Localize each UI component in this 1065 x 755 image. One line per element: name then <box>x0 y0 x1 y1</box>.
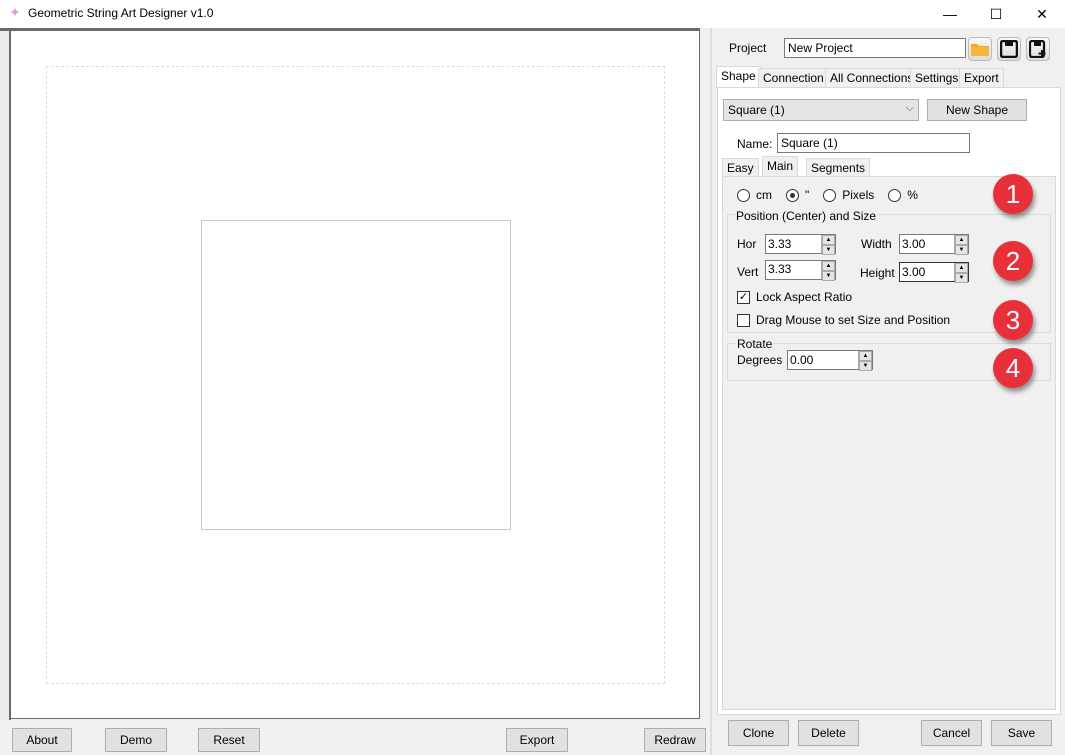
subtab-easy[interactable]: Easy <box>722 158 759 177</box>
unit-radio-group: cm " Pixels % <box>737 188 918 202</box>
annotation-badge-4: 4 <box>993 348 1033 388</box>
spin-up-icon[interactable]: ▲ <box>822 235 835 245</box>
minimize-button[interactable]: — <box>927 0 973 28</box>
save-button-icon[interactable] <box>997 37 1021 61</box>
unit-inch-label: " <box>805 188 810 202</box>
unit-percent-label: % <box>907 188 918 202</box>
hor-label: Hor <box>737 237 757 251</box>
square-shape[interactable] <box>201 220 511 530</box>
drag-mouse-label: Drag Mouse to set Size and Position <box>756 313 951 327</box>
tab-connection[interactable]: Connection <box>758 68 829 87</box>
drag-mouse-checkbox[interactable] <box>737 313 750 327</box>
hor-value[interactable]: 3.33 <box>766 235 821 253</box>
project-label: Project <box>729 41 767 55</box>
shape-select-value: Square (1) <box>728 103 785 117</box>
position-group-label: Position (Center) and Size <box>735 209 878 223</box>
spin-up-icon[interactable]: ▲ <box>955 263 968 273</box>
subtab-main[interactable]: Main <box>762 156 799 177</box>
shape-select[interactable]: Square (1) ⌵ <box>723 99 919 121</box>
rotate-group-label: Rotate <box>736 337 774 351</box>
app-icon: ✦ <box>9 4 21 20</box>
lock-aspect-label: Lock Aspect Ratio <box>756 290 853 304</box>
spin-down-icon[interactable]: ▼ <box>822 245 835 255</box>
unit-inch-radio[interactable] <box>786 188 799 202</box>
spin-down-icon[interactable]: ▼ <box>955 273 968 283</box>
width-spinner[interactable]: 3.00 ▲ ▼ <box>899 234 969 255</box>
project-name-input[interactable]: New Project <box>784 38 966 58</box>
vert-label: Vert <box>737 265 759 279</box>
tab-export[interactable]: Export <box>959 68 1004 87</box>
unit-percent-radio[interactable] <box>888 188 902 202</box>
subtab-segments[interactable]: Segments <box>806 158 871 177</box>
save-icon <box>1000 40 1018 58</box>
redraw-button[interactable]: Redraw <box>644 728 706 752</box>
spin-up-icon[interactable]: ▲ <box>859 351 872 361</box>
tab-shape[interactable]: Shape <box>716 66 761 88</box>
tab-all-connections[interactable]: All Connections <box>825 68 919 87</box>
open-folder-icon <box>971 44 989 56</box>
degrees-value[interactable]: 0.00 <box>788 351 858 369</box>
spin-down-icon[interactable]: ▼ <box>859 361 872 371</box>
spin-down-icon[interactable]: ▼ <box>955 245 968 255</box>
unit-pixels-radio[interactable] <box>823 188 837 202</box>
reset-button[interactable]: Reset <box>198 728 260 752</box>
hor-spinner[interactable]: 3.33 ▲ ▼ <box>765 234 836 255</box>
spin-down-icon[interactable]: ▼ <box>822 271 835 281</box>
title-bar: ✦ Geometric String Art Designer v1.0 — ☐… <box>0 0 1065 28</box>
save-button[interactable]: Save <box>991 720 1052 746</box>
width-label: Width <box>861 237 892 251</box>
close-button[interactable]: ✕ <box>1019 0 1065 28</box>
about-button[interactable]: About <box>12 728 72 752</box>
open-folder-button[interactable] <box>968 37 992 61</box>
canvas-left-edge <box>0 31 11 720</box>
save-as-icon <box>1029 40 1046 58</box>
unit-cm-label: cm <box>756 188 772 202</box>
save-as-button[interactable] <box>1026 37 1050 61</box>
lock-aspect-row[interactable]: ✓ Lock Aspect Ratio <box>737 290 852 304</box>
unit-pixels-label: Pixels <box>842 188 875 202</box>
new-shape-button[interactable]: New Shape <box>927 99 1027 121</box>
panel-separator[interactable] <box>710 28 712 755</box>
degrees-spinner[interactable]: 0.00 ▲ ▼ <box>787 350 873 371</box>
name-label: Name: <box>737 137 773 151</box>
window-title: Geometric String Art Designer v1.0 <box>28 6 214 20</box>
height-value[interactable]: 3.00 <box>900 263 954 281</box>
drag-mouse-row[interactable]: Drag Mouse to set Size and Position <box>737 313 950 327</box>
vert-value[interactable]: 3.33 <box>766 261 821 279</box>
degrees-label: Degrees <box>737 353 783 367</box>
demo-button[interactable]: Demo <box>105 728 167 752</box>
annotation-badge-1: 1 <box>993 174 1033 214</box>
canvas-export-button[interactable]: Export <box>506 728 568 752</box>
spin-up-icon[interactable]: ▲ <box>822 261 835 271</box>
cancel-button[interactable]: Cancel <box>921 720 982 746</box>
width-value[interactable]: 3.00 <box>900 235 954 253</box>
maximize-button[interactable]: ☐ <box>973 0 1019 28</box>
clone-button[interactable]: Clone <box>728 720 789 746</box>
height-label: Height <box>860 266 895 280</box>
annotation-badge-2: 2 <box>993 241 1033 281</box>
tab-settings[interactable]: Settings <box>910 68 964 87</box>
lock-aspect-checkbox[interactable]: ✓ <box>737 290 750 304</box>
unit-cm-radio[interactable] <box>737 188 750 202</box>
shape-name-input[interactable]: Square (1) <box>777 133 970 153</box>
chevron-down-icon: ⌵ <box>905 102 914 114</box>
height-spinner[interactable]: 3.00 ▲ ▼ <box>899 262 969 283</box>
annotation-badge-3: 3 <box>993 300 1033 340</box>
delete-button[interactable]: Delete <box>798 720 859 746</box>
vert-spinner[interactable]: 3.33 ▲ ▼ <box>765 260 836 281</box>
spin-up-icon[interactable]: ▲ <box>955 235 968 245</box>
